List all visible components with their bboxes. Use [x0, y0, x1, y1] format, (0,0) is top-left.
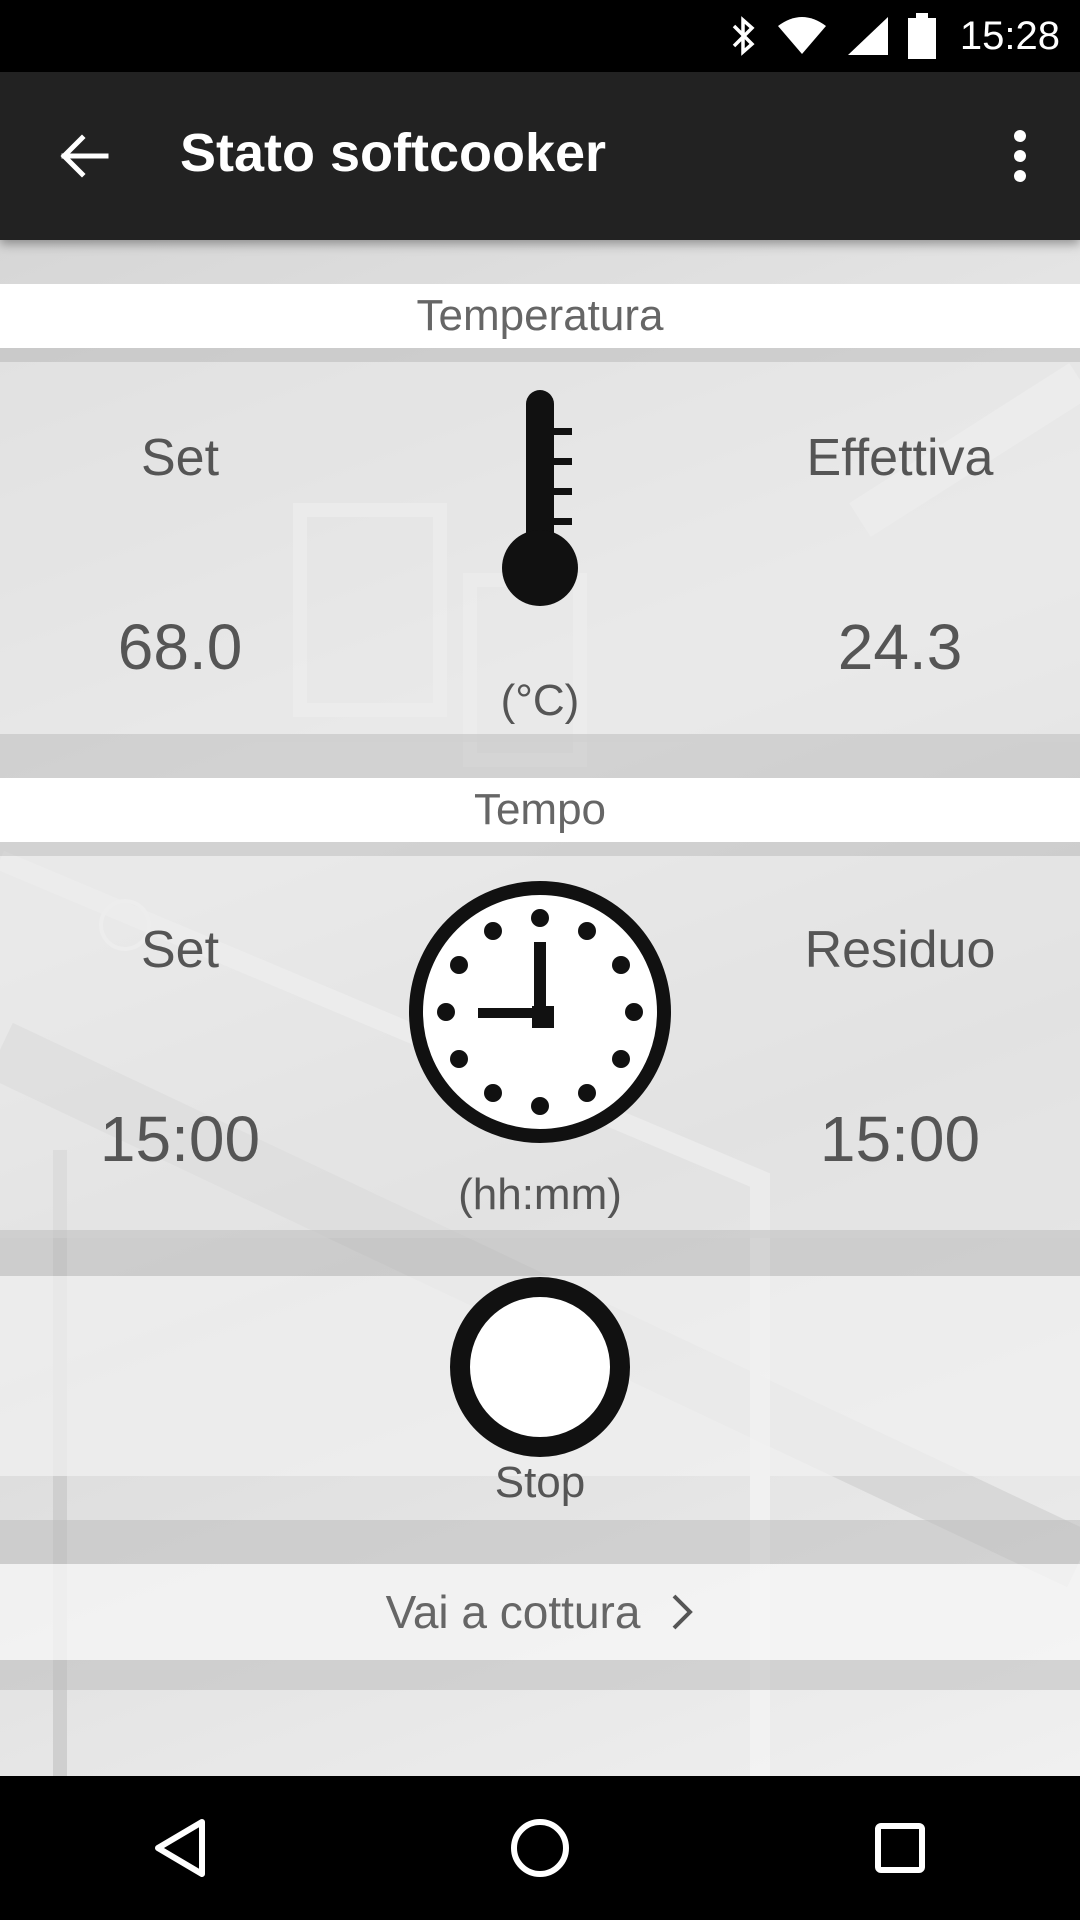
divider [0, 1660, 1080, 1690]
stop-button-label[interactable]: Stop [390, 1458, 690, 1508]
status-time: 15:28 [959, 13, 1060, 58]
temperature-actual-value: 24.3 [837, 611, 963, 683]
overflow-menu-button[interactable] [988, 124, 1052, 188]
temperature-header: Temperatura [0, 284, 1080, 348]
divider [0, 1520, 1080, 1564]
time-set-label: Set [140, 921, 220, 979]
time-header: Tempo [0, 778, 1080, 842]
clock-icon [409, 881, 671, 1143]
divider [0, 1230, 1080, 1276]
divider [0, 348, 1080, 362]
temperature-set-label: Set [140, 429, 220, 487]
nav-home-button[interactable] [470, 1788, 610, 1908]
bluetooth-icon [732, 16, 755, 56]
thermometer-icon [502, 390, 578, 606]
time-unit: (hh:mm) [458, 1170, 622, 1219]
back-button[interactable] [48, 124, 120, 188]
temperature-actual-label: Effettiva [806, 429, 994, 487]
nav-back-button[interactable] [110, 1788, 250, 1908]
more-vert-icon [1014, 130, 1026, 182]
status-icons: 15:28 [728, 0, 1060, 72]
nav-recents-button[interactable] [830, 1788, 970, 1908]
back-triangle-icon [155, 1819, 205, 1877]
battery-icon [907, 13, 936, 59]
wifi-icon [777, 17, 826, 54]
navigation-bar [0, 1776, 1080, 1920]
temperature-unit: (°C) [500, 676, 580, 725]
temperature-set-value: 68.0 [117, 611, 243, 683]
signal-icon [847, 17, 888, 55]
go-to-cooking-label: Vai a cottura [385, 1586, 641, 1638]
chevron-right-icon [673, 1594, 694, 1630]
divider [0, 734, 1080, 778]
time-remaining-value: 15:00 [819, 1103, 981, 1175]
recents-square-icon [875, 1823, 925, 1873]
go-to-cooking-button[interactable]: Vai a cottura [0, 1564, 1080, 1660]
home-circle-icon [511, 1819, 569, 1877]
time-remaining-label: Residuo [804, 921, 996, 979]
circle-stop-icon[interactable] [449, 1276, 631, 1458]
app-bar: Stato softcooker [0, 72, 1080, 240]
status-bar: 15:28 [0, 0, 1080, 72]
content-area: Temperatura Set 68.0 Effettiva 24.3 (°C)… [0, 240, 1080, 1776]
page-title: Stato softcooker [180, 123, 607, 183]
arrow-back-icon [60, 134, 109, 178]
divider [0, 842, 1080, 856]
time-set-value: 15:00 [99, 1103, 261, 1175]
stop-area [0, 1276, 1080, 1476]
